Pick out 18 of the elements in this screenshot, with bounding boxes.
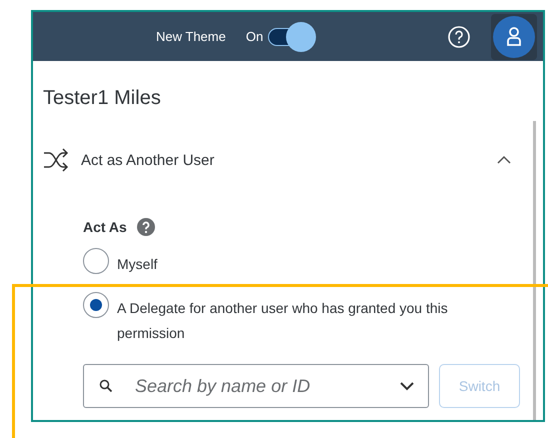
toggle-label: On [246,29,264,44]
help-icon[interactable] [447,24,471,48]
option-label: A Delegate for another user who has granted you this permission [117,299,449,343]
user-avatar-icon[interactable] [493,16,535,58]
user-name: Tester1 Miles [43,87,162,110]
theme-toggle[interactable] [266,22,316,52]
shuffle-icon [43,148,69,172]
radio-button[interactable] [83,292,109,318]
search-dropdown[interactable]: Search by name or ID [83,364,429,408]
chevron-icon [497,155,511,165]
section-header[interactable]: Act as Another User [43,148,533,172]
option-label: Myself [117,255,158,274]
dropdown-chevron-icon[interactable] [400,382,414,390]
search-icon [99,379,113,393]
act-as-label: Act As [83,219,127,235]
theme-label: New Theme [156,29,226,44]
radio-button[interactable] [83,248,109,274]
help-icon[interactable] [136,218,155,236]
